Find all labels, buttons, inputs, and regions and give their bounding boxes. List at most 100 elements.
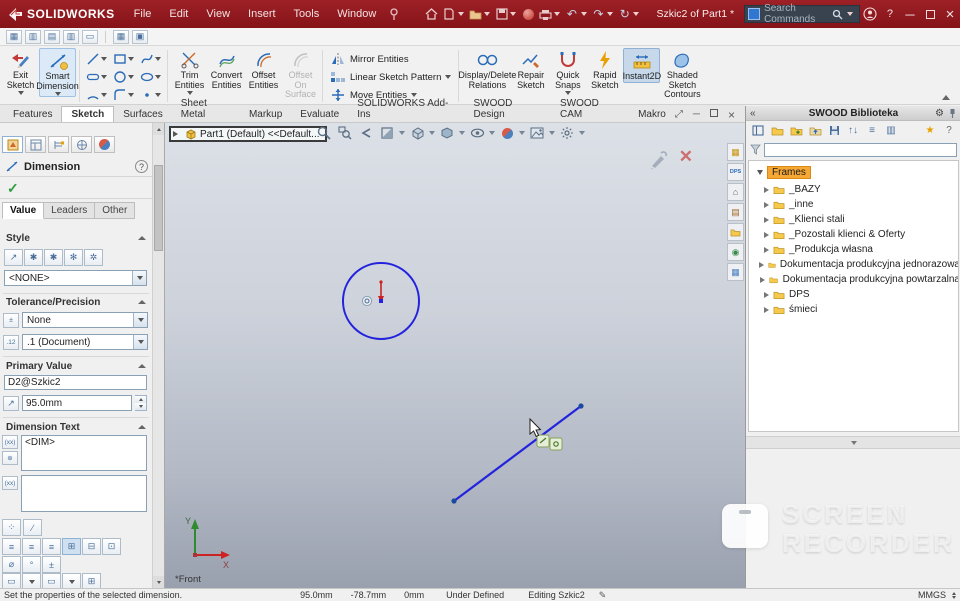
repair-sketch-button[interactable]: Repair Sketch [512, 48, 549, 90]
point-dropdown-icon[interactable] [155, 93, 161, 97]
favorites-star-icon[interactable]: ★ [922, 123, 938, 138]
new-document-icon[interactable] [441, 5, 456, 23]
expand-icon[interactable] [764, 216, 769, 223]
login-user-icon[interactable] [860, 3, 880, 25]
expand-icon[interactable] [764, 186, 769, 193]
save-library-icon[interactable] [826, 123, 842, 138]
convert-entities-button[interactable]: Convert Entities [208, 48, 245, 90]
library-item-pozostali[interactable]: _Pozostali klienci & Oferty [749, 227, 958, 242]
shaded-sketch-contours-button[interactable]: Shaded Sketch Contours [660, 48, 704, 100]
arc-dropdown-icon[interactable] [101, 93, 107, 97]
home-tab-icon[interactable]: ⌂ [727, 183, 744, 201]
open-folder-icon[interactable] [468, 5, 483, 23]
tab-makro[interactable]: Makro [629, 107, 675, 122]
point-tool-button[interactable] [137, 86, 164, 104]
panel-splitter[interactable] [746, 436, 960, 449]
close-button[interactable]: × [940, 3, 960, 25]
tab-sheet-metal[interactable]: Sheet Metal [172, 96, 240, 122]
search-input[interactable]: Search Commands [764, 3, 828, 25]
collapse-dimension-text-icon[interactable] [138, 425, 146, 429]
doc-minimize-icon[interactable]: ─ [693, 109, 700, 120]
circle-tool-button[interactable] [110, 68, 137, 86]
diameter-symbol-button[interactable]: ⌀ [2, 556, 21, 573]
quick-snaps-button[interactable]: Quick Snaps [549, 48, 586, 96]
spinner-down-icon[interactable] [135, 403, 146, 410]
line-endpoint-1[interactable] [451, 498, 457, 504]
save-dropdown-icon[interactable] [510, 12, 517, 16]
sketch-geometry-layer[interactable]: Y X [165, 123, 745, 588]
undo-icon[interactable]: ↶ [564, 5, 579, 23]
collapse-style-icon[interactable] [138, 236, 146, 240]
style-option-icon[interactable]: ✲ [84, 249, 103, 266]
style-section-header[interactable]: Style [0, 231, 152, 245]
line-dropdown-icon[interactable] [101, 57, 107, 61]
minimize-button[interactable]: ─ [900, 3, 920, 25]
menu-window[interactable]: Window [328, 8, 385, 20]
collapse-ribbon-icon[interactable] [942, 95, 950, 100]
expand-icon[interactable] [760, 276, 766, 283]
tab-evaluate[interactable]: Evaluate [291, 107, 348, 122]
value-spinner[interactable] [135, 395, 147, 411]
tab-other[interactable]: Other [95, 202, 136, 219]
layout-rows-icon[interactable]: ▤ [44, 29, 60, 44]
macro-edit-icon[interactable]: ▣ [132, 29, 148, 44]
offset-on-surface-button[interactable]: Offset On Surface [282, 48, 319, 100]
rapid-sketch-button[interactable]: Rapid Sketch [586, 48, 623, 90]
library-filter-input[interactable] [764, 142, 957, 157]
fillet-dropdown-icon[interactable] [128, 93, 134, 97]
dimxpertmanager-tab-icon[interactable] [71, 136, 92, 153]
menu-view[interactable]: View [197, 8, 239, 20]
unit-system[interactable]: MMGS [918, 590, 946, 600]
print-icon[interactable] [538, 5, 553, 23]
circle-dropdown-icon[interactable] [128, 75, 134, 79]
scroll-down-icon[interactable] [153, 576, 164, 588]
library-item-bazy[interactable]: _BAZY [749, 182, 958, 197]
tab-swood-cam[interactable]: SWOOD CAM [551, 96, 629, 122]
menu-edit[interactable]: Edit [160, 8, 197, 20]
doc-float-icon[interactable]: ⤢ [675, 109, 683, 120]
tab-features[interactable]: Features [4, 107, 61, 122]
graphics-viewport[interactable]: Part1 (Default) <<Default... ✕ Y X ▦ DPS… [165, 123, 745, 588]
library-root-item[interactable]: Frames [749, 165, 958, 180]
exit-sketch-dropdown-icon[interactable] [17, 91, 24, 96]
precision-dropdown-arrow-icon[interactable] [133, 335, 147, 349]
display-delete-relations-button[interactable]: Display/Delete Relations [458, 48, 516, 90]
dim-text-xx-icon[interactable]: (xx) [2, 435, 18, 449]
folder-icon[interactable] [769, 123, 785, 138]
trim-entities-button[interactable]: Trim Entities [171, 48, 208, 96]
symbol-palette-icon[interactable]: ⁘ [2, 519, 21, 536]
style-apply-icon[interactable]: ✻ [64, 249, 83, 266]
expand-icon[interactable] [764, 306, 769, 313]
linear-pattern-dropdown-icon[interactable] [445, 75, 452, 79]
add-folder-icon[interactable] [788, 123, 804, 138]
style-save-icon[interactable]: ✱ [24, 249, 43, 266]
library-item-inne[interactable]: _inne [749, 197, 958, 212]
new-document-dropdown-icon[interactable] [457, 12, 464, 16]
panel-gear-icon[interactable]: ⚙ [935, 108, 944, 119]
redo-dropdown-icon[interactable] [607, 12, 614, 16]
swood-dps-tab-icon[interactable]: DPS [727, 163, 744, 181]
tab-value[interactable]: Value [2, 202, 45, 219]
menu-file[interactable]: File [125, 8, 161, 20]
style-load-icon[interactable]: ↗ [4, 249, 23, 266]
smart-dimension-button[interactable]: Smart Dimension [36, 48, 79, 98]
tolerance-dropdown-arrow-icon[interactable] [133, 313, 147, 327]
layout-single-icon[interactable]: ▭ [82, 29, 98, 44]
editing-label[interactable]: Editing Szkic2 [528, 590, 585, 600]
rectangle-tool-button[interactable] [110, 50, 137, 68]
sketch-line[interactable] [453, 405, 582, 502]
library-root-label[interactable]: Frames [767, 166, 811, 179]
dimension-text-area[interactable]: <DIM> [21, 435, 147, 471]
plusminus-symbol-button[interactable]: ± [42, 556, 61, 573]
text-position-icon[interactable]: ⊞ [62, 538, 81, 555]
tolerance-section-header[interactable]: Tolerance/Precision [0, 295, 152, 309]
collapse-panel-icon[interactable]: « [750, 108, 756, 119]
pin-menu-icon[interactable] [386, 5, 401, 23]
library-item-dps[interactable]: DPS [749, 287, 958, 302]
style-dropdown[interactable]: <NONE> [4, 270, 147, 286]
dim-text-xx2-icon[interactable]: (xx) [2, 476, 18, 490]
primary-value-section-header[interactable]: Primary Value [0, 359, 152, 373]
sort-icon[interactable]: ↑↓ [845, 123, 861, 138]
slot-tool-button[interactable] [83, 68, 110, 86]
line-tool-button[interactable] [83, 50, 110, 68]
